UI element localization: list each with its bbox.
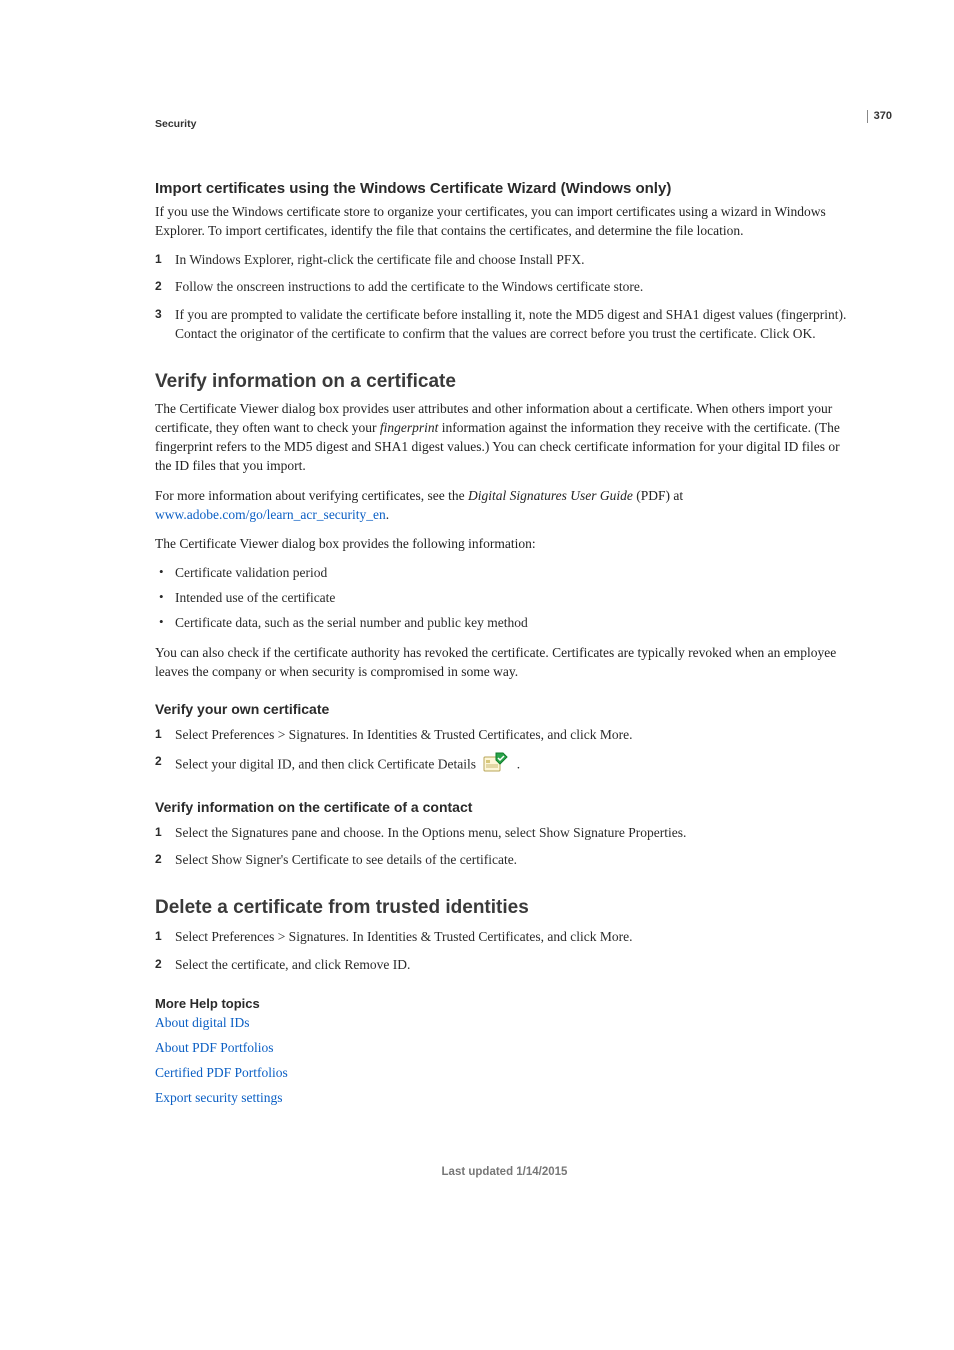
text-run: Select your digital ID, and then click C… <box>175 757 479 772</box>
link-about-digital-ids[interactable]: About digital IDs <box>155 1015 250 1030</box>
list-item: Select Show Signer's Certificate to see … <box>155 850 854 869</box>
page-number: 370 <box>867 110 892 123</box>
ordered-list: Select the Signatures pane and choose. I… <box>155 823 854 869</box>
certificate-details-icon <box>483 752 509 777</box>
text-run: . <box>386 507 389 522</box>
paragraph: You can also check if the certificate au… <box>155 643 854 681</box>
list-item: In Windows Explorer, right-click the cer… <box>155 250 854 269</box>
ordered-list: Select Preferences > Signatures. In Iden… <box>155 927 854 973</box>
link-security-guide[interactable]: www.adobe.com/go/learn_acr_security_en <box>155 507 386 522</box>
text-run: For more information about verifying cer… <box>155 488 468 503</box>
text-run: (PDF) at <box>633 488 683 503</box>
emphasis: fingerprint <box>380 420 439 435</box>
heading-verify-info: Verify information on a certificate <box>155 371 854 393</box>
link-export-security-settings[interactable]: Export security settings <box>155 1090 282 1105</box>
list-item: Select the certificate, and click Remove… <box>155 955 854 974</box>
link-list: About digital IDs About PDF Portfolios C… <box>155 1015 854 1106</box>
paragraph: For more information about verifying cer… <box>155 486 854 524</box>
paragraph: The Certificate Viewer dialog box provid… <box>155 399 854 476</box>
paragraph: The Certificate Viewer dialog box provid… <box>155 534 854 553</box>
heading-verify-own-cert: Verify your own certificate <box>155 701 854 717</box>
list-item: Certificate validation period <box>155 563 854 582</box>
list-item: Intended use of the certificate <box>155 588 854 607</box>
heading-more-help: More Help topics <box>155 996 854 1011</box>
paragraph: If you use the Windows certificate store… <box>155 202 854 240</box>
list-item: Follow the onscreen instructions to add … <box>155 277 854 296</box>
section-label: Security <box>155 118 854 130</box>
heading-import-cert-wizard: Import certificates using the Windows Ce… <box>155 180 854 197</box>
list-item: Select Preferences > Signatures. In Iden… <box>155 927 854 946</box>
list-item: Select Preferences > Signatures. In Iden… <box>155 725 854 744</box>
list-item: Select the Signatures pane and choose. I… <box>155 823 854 842</box>
text-run: . <box>517 757 520 772</box>
emphasis: Digital Signatures User Guide <box>468 488 633 503</box>
heading-verify-contact-cert: Verify information on the certificate of… <box>155 799 854 815</box>
ordered-list: Select Preferences > Signatures. In Iden… <box>155 725 854 779</box>
list-item: Certificate data, such as the serial num… <box>155 613 854 632</box>
link-certified-pdf-portfolios[interactable]: Certified PDF Portfolios <box>155 1065 288 1080</box>
bullet-list: Certificate validation period Intended u… <box>155 563 854 632</box>
heading-delete-cert: Delete a certificate from trusted identi… <box>155 897 854 919</box>
list-item: Select your digital ID, and then click C… <box>155 752 854 779</box>
list-item: If you are prompted to validate the cert… <box>155 305 854 343</box>
ordered-list: In Windows Explorer, right-click the cer… <box>155 250 854 343</box>
footer-last-updated: Last updated 1/14/2015 <box>155 1166 854 1178</box>
link-about-pdf-portfolios[interactable]: About PDF Portfolios <box>155 1040 274 1055</box>
